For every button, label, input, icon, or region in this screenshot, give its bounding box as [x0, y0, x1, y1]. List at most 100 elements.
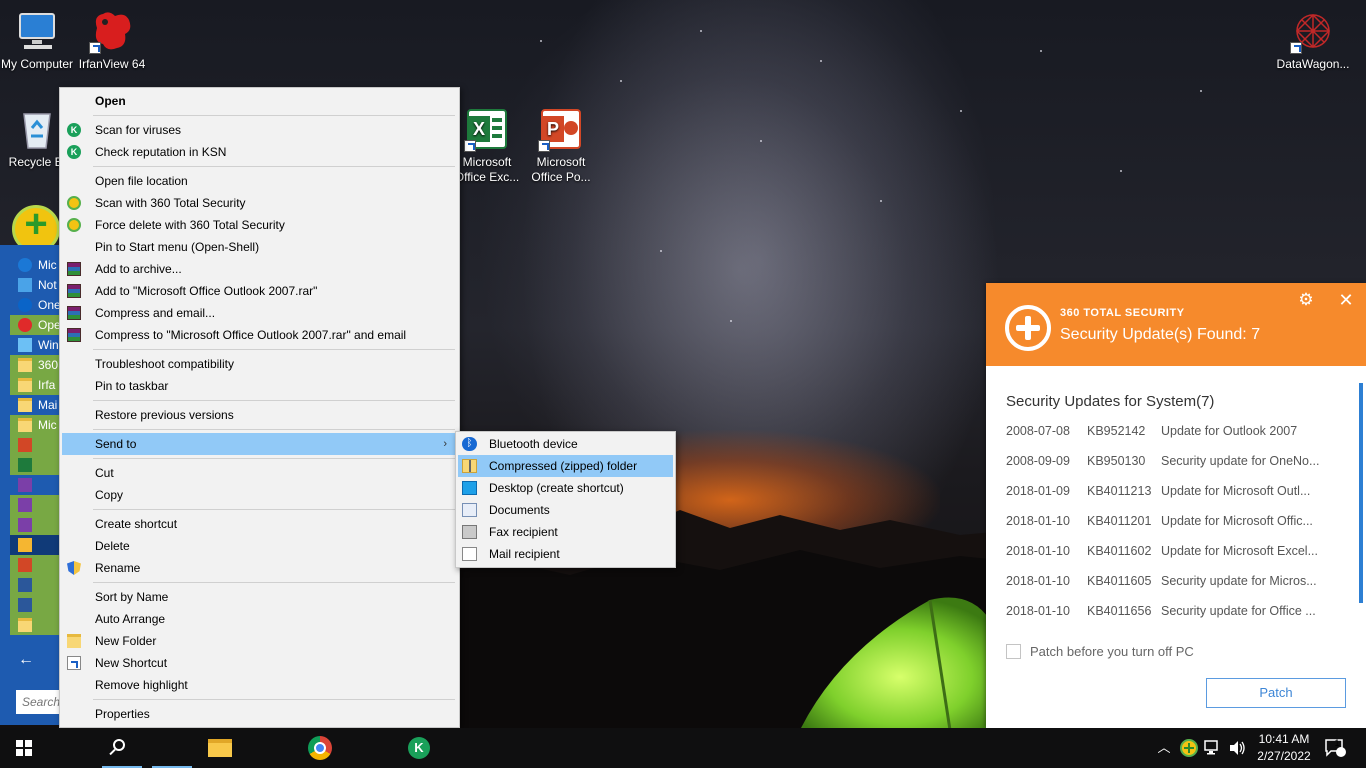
- start-menu-search[interactable]: Search: [16, 690, 62, 714]
- start-menu-subitem[interactable]: [10, 515, 62, 535]
- menu-item-cut[interactable]: Cut: [62, 462, 457, 484]
- start-menu-subitem[interactable]: [10, 535, 62, 555]
- taskbar: K ︿ 10:41 AM 2/27/2022 1: [0, 728, 1366, 768]
- clock-time[interactable]: 10:41 AM: [1254, 732, 1314, 746]
- bluetooth-icon: ᛒ: [462, 437, 477, 451]
- updates-section-title: Security Updates for System(7): [1006, 393, 1215, 410]
- menu-item-create-shortcut[interactable]: Create shortcut: [62, 513, 457, 535]
- outlook-icon: [18, 538, 32, 552]
- taskbar-file-explorer[interactable]: [98, 728, 232, 768]
- chevron-up-icon[interactable]: ︿: [1154, 728, 1174, 768]
- send-to-zip[interactable]: Compressed (zipped) folder: [458, 455, 673, 477]
- volume-icon[interactable]: [1226, 728, 1248, 768]
- start-menu-item[interactable]: Mai: [10, 395, 62, 415]
- network-icon[interactable]: [1202, 728, 1224, 768]
- start-menu-subitem[interactable]: [10, 595, 62, 615]
- 360-logo-icon: [1005, 305, 1051, 351]
- desktop-icon-my-computer[interactable]: My Computer: [0, 8, 77, 72]
- patch-button[interactable]: Patch: [1206, 678, 1346, 708]
- menu-item-send-to[interactable]: Send to ›: [62, 433, 457, 455]
- menu-separator: [93, 115, 455, 116]
- start-menu-item[interactable]: One: [10, 295, 62, 315]
- start-menu-subitem[interactable]: [10, 495, 62, 515]
- clock-date[interactable]: 2/27/2022: [1250, 749, 1318, 763]
- close-icon[interactable]: ✕: [1336, 290, 1356, 310]
- start-menu-item[interactable]: Mic: [10, 415, 62, 435]
- menu-item-add-archive[interactable]: Add to archive...: [62, 258, 457, 280]
- menu-separator: [93, 429, 455, 430]
- folder-icon: [18, 358, 32, 372]
- desktop-icon-powerpoint[interactable]: P Microsoft Office Po...: [521, 106, 601, 185]
- menu-item-pin-taskbar[interactable]: Pin to taskbar: [62, 375, 457, 397]
- star: [700, 30, 702, 32]
- search-button[interactable]: [48, 728, 125, 768]
- gear-icon[interactable]: ⚙: [1296, 290, 1316, 310]
- menu-item-scan-viruses[interactable]: K Scan for viruses: [62, 119, 457, 141]
- start-menu-item[interactable]: Mic: [10, 255, 62, 275]
- menu-item-troubleshoot[interactable]: Troubleshoot compatibility: [62, 353, 457, 375]
- app-icon: [18, 478, 32, 492]
- 360-tray-icon[interactable]: [1178, 728, 1200, 768]
- menu-separator: [93, 166, 455, 167]
- shortcut-arrow-icon: [1290, 42, 1302, 54]
- menu-item-remove-highlight[interactable]: Remove highlight: [62, 674, 457, 696]
- star: [1120, 170, 1122, 172]
- menu-item-compress-email[interactable]: Compress and email...: [62, 302, 457, 324]
- popup-scrollbar[interactable]: [1359, 383, 1363, 603]
- start-menu-item[interactable]: Ope: [10, 315, 62, 335]
- shortcut-arrow-icon: [464, 140, 476, 152]
- patch-before-shutdown-checkbox[interactable]: [1006, 644, 1021, 659]
- winrar-icon: [67, 284, 81, 298]
- taskbar-kaspersky[interactable]: K: [198, 728, 430, 768]
- patch-before-shutdown-label[interactable]: Patch before you turn off PC: [1030, 644, 1194, 659]
- back-arrow-icon[interactable]: ←: [18, 652, 36, 668]
- 360-security-popup: 360 TOTAL SECURITY Security Update(s) Fo…: [986, 283, 1366, 728]
- menu-item-sort-name[interactable]: Sort by Name: [62, 586, 457, 608]
- start-menu-subitem[interactable]: [10, 475, 62, 495]
- taskbar-chrome[interactable]: [148, 728, 332, 768]
- menu-item-restore-versions[interactable]: Restore previous versions: [62, 404, 457, 426]
- desktop-icon-irfanview[interactable]: IrfanView 64: [72, 8, 152, 72]
- send-to-mail[interactable]: Mail recipient: [458, 543, 673, 565]
- menu-item-open[interactable]: Open: [62, 90, 457, 112]
- menu-item-new-folder[interactable]: New Folder: [62, 630, 457, 652]
- menu-item-scan-360[interactable]: Scan with 360 Total Security: [62, 192, 457, 214]
- start-menu-item[interactable]: Irfa: [10, 375, 62, 395]
- start-menu-item[interactable]: 360: [10, 355, 62, 375]
- menu-item-delete[interactable]: Delete: [62, 535, 457, 557]
- start-menu-item[interactable]: Win: [10, 335, 62, 355]
- irfanview-icon: [89, 8, 135, 54]
- menu-item-compress-rar-email[interactable]: Compress to "Microsoft Office Outlook 20…: [62, 324, 457, 346]
- notification-count-badge: 1: [1334, 738, 1340, 748]
- windows-icon: [18, 338, 32, 352]
- send-to-desktop[interactable]: Desktop (create shortcut): [458, 477, 673, 499]
- desktop-icon-datawagon[interactable]: DataWagon...: [1273, 8, 1353, 72]
- send-to-fax[interactable]: Fax recipient: [458, 521, 673, 543]
- send-to-bluetooth[interactable]: ᛒ Bluetooth device: [458, 433, 673, 455]
- notification-center-button[interactable]: 1: [1320, 728, 1350, 768]
- update-row: 2018-01-10 KB4011656 Security update for O…: [1006, 604, 1316, 618]
- menu-item-copy[interactable]: Copy: [62, 484, 457, 506]
- popup-title: Security Update(s) Found: 7: [1060, 326, 1261, 343]
- menu-item-auto-arrange[interactable]: Auto Arrange: [62, 608, 457, 630]
- menu-item-properties[interactable]: Properties: [62, 703, 457, 725]
- menu-item-pin-start[interactable]: Pin to Start menu (Open-Shell): [62, 236, 457, 258]
- menu-item-add-to-rar[interactable]: Add to "Microsoft Office Outlook 2007.ra…: [62, 280, 457, 302]
- send-to-documents[interactable]: Documents: [458, 499, 673, 521]
- menu-item-rename[interactable]: Rename: [62, 557, 457, 579]
- start-menu-subitem[interactable]: [10, 435, 62, 455]
- menu-item-new-shortcut[interactable]: New Shortcut: [62, 652, 457, 674]
- start-menu-subitem[interactable]: [10, 615, 62, 635]
- update-row: 2018-01-09 KB4011213 Update for Microsoft …: [1006, 484, 1311, 498]
- start-button[interactable]: [0, 728, 48, 768]
- start-menu-subitem[interactable]: [10, 455, 62, 475]
- menu-item-force-delete-360[interactable]: Force delete with 360 Total Security: [62, 214, 457, 236]
- start-menu-subitem[interactable]: [10, 575, 62, 595]
- folder-icon: [18, 418, 32, 432]
- menu-separator: [93, 400, 455, 401]
- chevron-right-icon: ›: [443, 438, 447, 450]
- menu-item-open-file-location[interactable]: Open file location: [62, 170, 457, 192]
- start-menu-item[interactable]: Not: [10, 275, 62, 295]
- menu-item-check-reputation[interactable]: K Check reputation in KSN: [62, 141, 457, 163]
- start-menu-subitem[interactable]: [10, 555, 62, 575]
